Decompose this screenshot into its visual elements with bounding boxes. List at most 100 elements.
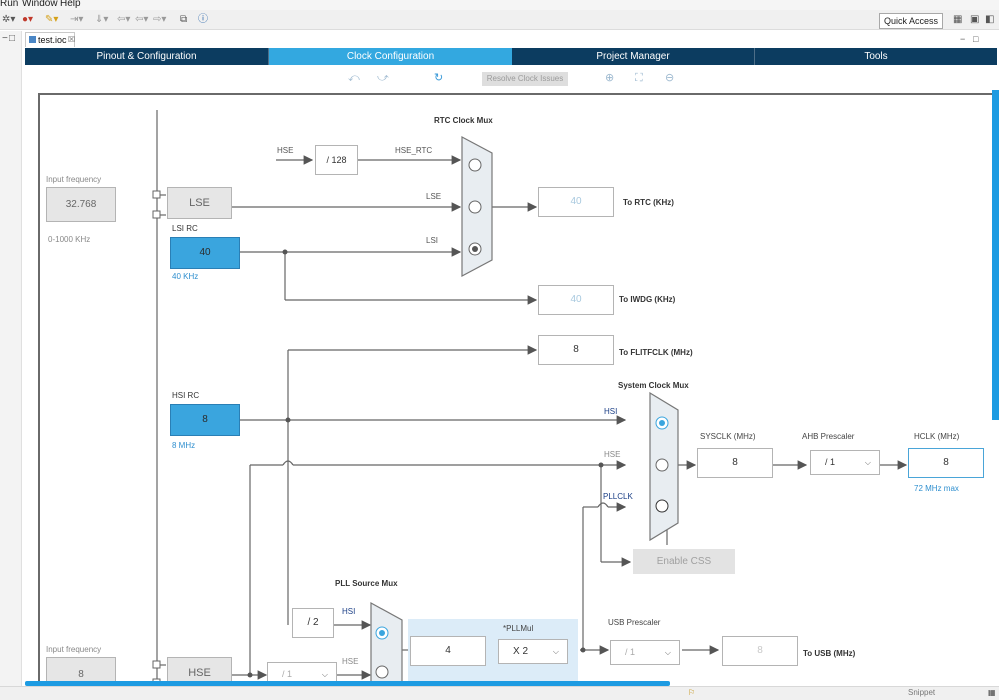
chevron-down-icon: ⌵ [864, 458, 871, 467]
rtc-clock-mux-title: RTC Clock Mux [434, 116, 493, 125]
sys-mux-pllclk-label: PLLCLK [603, 492, 633, 501]
quick-access-input[interactable]: Quick Access [879, 13, 943, 29]
pllmul-value: X 2 [513, 646, 529, 657]
menu-run[interactable]: Run [0, 0, 18, 9]
lse-input-frequency[interactable]: 32.768 [46, 187, 116, 222]
main-tabs: Pinout & Configuration Clock Configurati… [25, 48, 997, 65]
restore-icon[interactable]: □ [9, 33, 15, 45]
vertical-scrollbar[interactable] [992, 90, 999, 420]
forward-icon[interactable]: ⇨▾ [153, 14, 166, 26]
sysclk-label: SYSCLK (MHz) [700, 432, 756, 441]
annotation-icon[interactable]: ⇓▾ [95, 14, 108, 26]
usb-prescaler-label: USB Prescaler [608, 618, 661, 627]
to-iwdg-label: To IWDG (KHz) [619, 295, 676, 304]
external-icon[interactable]: ⧉ [180, 14, 187, 26]
editor-tab-label: test.ioc [38, 35, 67, 45]
hclk-value[interactable]: 8 [908, 448, 984, 478]
to-flitfclk-label: To FLITFCLK (MHz) [619, 348, 693, 357]
hse-input-label: HSE [277, 146, 294, 155]
perspective-ide-icon[interactable]: ◧ [985, 14, 994, 26]
to-rtc-label: To RTC (KHz) [623, 198, 674, 207]
main-toolbar: ✲▾ ●▾ ✎▾ ⇥▾ ⇓▾ ⇦▾ ⇦▾ ⇨▾ ⧉ ⓘ [0, 10, 999, 30]
usb-prescaler-value: / 1 [625, 647, 636, 657]
iwdg-output-value[interactable]: 40 [538, 285, 614, 315]
redo-icon[interactable]: ⤻ [377, 72, 389, 84]
chevron-down-icon: ⌵ [664, 648, 671, 657]
pll-source-mux-title: PLL Source Mux [335, 579, 398, 588]
info-icon[interactable]: ⓘ [198, 14, 208, 26]
hsi-rc-label: HSI RC [172, 391, 200, 400]
hse-prediv-value: / 1 [282, 669, 293, 679]
chevron-down-icon: ⌵ [552, 647, 559, 656]
undo-icon[interactable]: ⤺ [348, 72, 360, 84]
usb-output-value[interactable]: 8 [722, 636, 798, 666]
lsi-rc-unit: 40 KHz [172, 272, 199, 281]
hclk-label: HCLK (MHz) [914, 432, 960, 441]
app-window: Run Window Help ✲▾ ●▾ ✎▾ ⇥▾ ⇓▾ ⇦▾ ⇦▾ ⇨▾ … [0, 0, 999, 700]
ioc-file-icon [29, 36, 36, 43]
pll-input-value[interactable]: 4 [410, 636, 486, 666]
ahb-prescaler-select[interactable]: / 1 ⌵ [810, 450, 880, 475]
fit-icon[interactable]: ⛶ [635, 72, 643, 84]
system-clock-mux-title: System Clock Mux [618, 381, 689, 390]
status-bar: ⚐ Snippet ▦ [0, 686, 999, 700]
menu-help[interactable]: Help [60, 0, 81, 9]
status-grid-icon: ▦ [988, 688, 996, 697]
zoom-in-icon[interactable]: ⊕ [605, 72, 614, 84]
lsi-rc-block: 40 [170, 237, 240, 269]
sys-mux-hsi-label: HSI [604, 407, 618, 416]
back-icon[interactable]: ⇦▾ [117, 14, 130, 26]
hse-input-frequency-label: Input frequency [46, 645, 102, 654]
tab-tools[interactable]: Tools [755, 48, 997, 65]
pll-hse-label: HSE [342, 657, 359, 666]
perspective-icon[interactable]: ▦ [953, 14, 962, 26]
debug-icon[interactable]: ✲▾ [2, 14, 15, 26]
resolve-clock-issues-button[interactable]: Resolve Clock Issues [482, 72, 568, 86]
to-usb-label: To USB (MHz) [803, 649, 856, 658]
status-icon: ⚐ [688, 688, 696, 697]
usb-prescaler-select[interactable]: / 1 ⌵ [610, 640, 680, 665]
editor-minimize-icon[interactable]: − [960, 33, 965, 45]
lse-block: LSE [167, 187, 232, 219]
menu-bar: Run Window Help [0, 0, 999, 10]
pllmul-label: *PLLMul [503, 624, 534, 633]
navigate-icon[interactable]: ⇥▾ [70, 14, 83, 26]
pll-hsi-label: HSI [342, 607, 356, 616]
lsi-wire-label: LSI [426, 236, 439, 245]
editor-tab-test-ioc[interactable]: test.ioc ☒ [25, 32, 75, 47]
build-icon[interactable]: ✎▾ [45, 14, 58, 26]
ahb-prescaler-value: / 1 [825, 457, 836, 467]
lsi-rc-label: LSI RC [172, 224, 198, 233]
hsi-div2-block: / 2 [292, 608, 334, 638]
editor-maximize-icon[interactable]: □ [973, 33, 978, 45]
hsi-rc-block: 8 [170, 404, 240, 436]
run-icon[interactable]: ●▾ [22, 14, 33, 26]
zoom-out-icon[interactable]: ⊖ [665, 72, 674, 84]
rtc-output-value[interactable]: 40 [538, 187, 614, 217]
hse-rtc-label: HSE_RTC [395, 146, 433, 155]
perspective-cube-icon[interactable]: ▣ [970, 14, 979, 26]
enable-css-button[interactable]: Enable CSS [633, 549, 735, 574]
input-frequency-range: 0-1000 KHz [48, 235, 91, 244]
minimize-icon[interactable]: − [2, 33, 8, 45]
tab-clock-configuration[interactable]: Clock Configuration [269, 48, 512, 65]
flitfclk-output-value[interactable]: 8 [538, 335, 614, 365]
close-icon[interactable]: ☒ [68, 33, 75, 47]
menu-window[interactable]: Window [22, 0, 58, 9]
lse-wire-label: LSE [426, 192, 442, 201]
sysclk-value[interactable]: 8 [697, 448, 773, 478]
tab-pinout-configuration[interactable]: Pinout & Configuration [25, 48, 269, 65]
pllmul-select[interactable]: X 2 ⌵ [498, 639, 568, 664]
hclk-max-label: 72 MHz max [914, 484, 959, 493]
sys-mux-hse-label: HSE [604, 450, 621, 459]
ahb-prescaler-label: AHB Prescaler [802, 432, 855, 441]
tab-project-manager[interactable]: Project Manager [512, 48, 755, 65]
history-icon[interactable]: ⇦▾ [135, 14, 148, 26]
input-frequency-label: Input frequency [46, 175, 102, 184]
clock-tree-canvas: Input frequency 32.768 0-1000 KHz LSE LS… [38, 93, 996, 700]
hse-div128-block: / 128 [315, 145, 358, 175]
hsi-rc-unit: 8 MHz [172, 441, 196, 450]
left-strip: − □ [0, 31, 22, 700]
refresh-icon[interactable]: ↻ [434, 72, 443, 84]
status-text: Snippet [908, 688, 936, 697]
